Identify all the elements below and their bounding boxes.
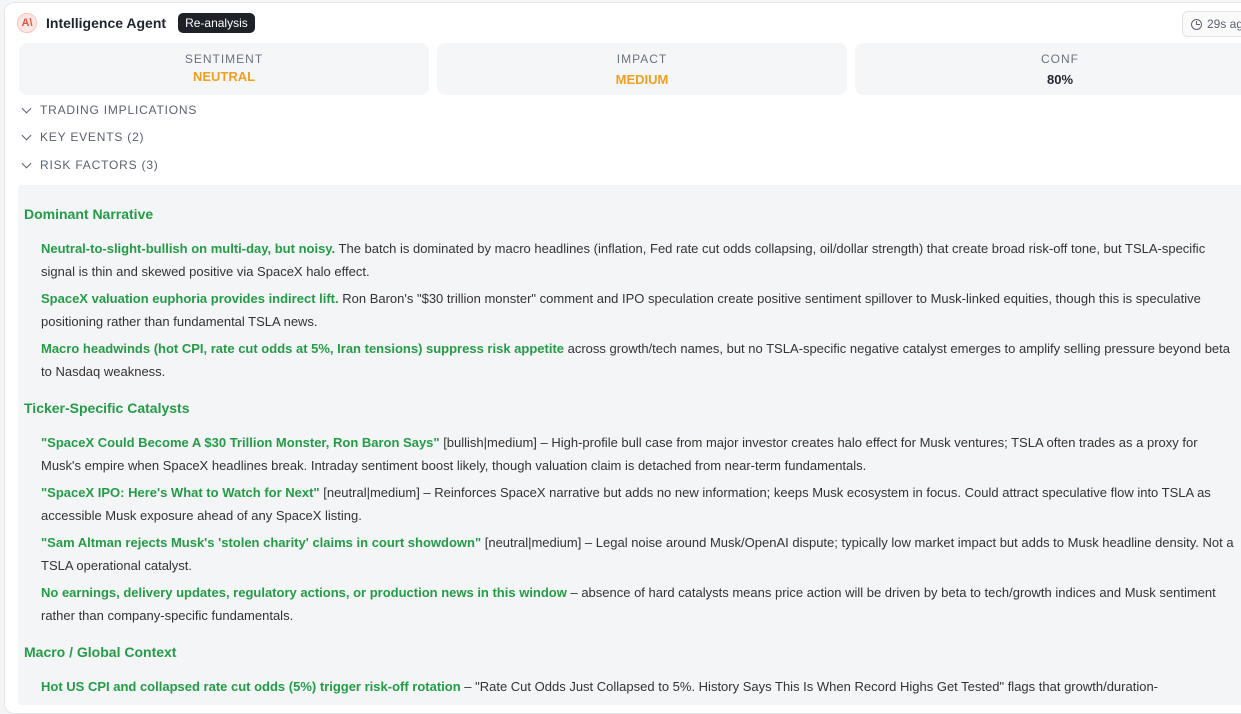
paragraph-lead: "SpaceX IPO: Here's What to Watch for Ne…: [41, 485, 320, 500]
report-paragraph: SpaceX valuation euphoria provides indir…: [41, 288, 1241, 333]
catalysts-heading: Ticker-Specific Catalysts: [24, 400, 190, 416]
panel-header: A\ Intelligence Agent Re-analysis: [17, 11, 255, 35]
report-paragraph: Neutral-to-slight-bullish on multi-day, …: [41, 238, 1241, 283]
sentiment-card: SENTIMENT NEUTRAL: [19, 43, 429, 95]
paragraph-lead: Macro headwinds (hot CPI, rate cut odds …: [41, 341, 565, 356]
macro-heading: Macro / Global Context: [24, 644, 177, 660]
paragraph-lead: Hot US CPI and collapsed rate cut odds (…: [41, 679, 461, 694]
risk-factors-label: RISK FACTORS (3): [40, 158, 159, 172]
key-events-label: KEY EVENTS (2): [40, 130, 145, 144]
panel-title: Intelligence Agent: [46, 15, 167, 31]
intelligence-agent-panel: A\ Intelligence Agent Re-analysis 29s ag…: [4, 2, 1241, 714]
timestamp-chip: 29s ago: [1182, 11, 1241, 37]
reanalysis-badge: Re-analysis: [178, 13, 255, 33]
confidence-card: CONF 80%: [855, 43, 1241, 95]
paragraph-lead: "SpaceX Could Become A $30 Trillion Mons…: [41, 435, 440, 450]
timestamp-text: 29s ago: [1207, 17, 1241, 31]
agent-logo-icon: A\: [17, 13, 37, 33]
chevron-down-icon: [21, 103, 32, 113]
paragraph-lead: "Sam Altman rejects Musk's 'stolen chari…: [41, 535, 482, 550]
paragraph-lead: No earnings, delivery updates, regulator…: [41, 585, 567, 600]
impact-label: IMPACT: [616, 52, 668, 66]
impact-value: MEDIUM: [615, 72, 669, 87]
report-paragraph: "SpaceX Could Become A $30 Trillion Mons…: [41, 432, 1241, 477]
paragraph-text: – "Rate Cut Odds Just Collapsed to 5%. H…: [460, 679, 1159, 694]
clock-icon: [1191, 18, 1202, 30]
risk-factors-toggle[interactable]: RISK FACTORS (3): [21, 156, 159, 174]
impact-card: IMPACT MEDIUM: [437, 43, 847, 95]
dominant-narrative-heading: Dominant Narrative: [24, 206, 154, 222]
confidence-value: 80%: [1046, 72, 1074, 87]
paragraph-lead: Neutral-to-slight-bullish on multi-day, …: [41, 241, 336, 256]
report-paragraph: Hot US CPI and collapsed rate cut odds (…: [41, 676, 1241, 699]
trading-implications-toggle[interactable]: TRADING IMPLICATIONS: [21, 101, 197, 119]
sentiment-label: SENTIMENT: [184, 52, 264, 66]
report-paragraph: Macro headwinds (hot CPI, rate cut odds …: [41, 338, 1241, 383]
sentiment-value: NEUTRAL: [192, 69, 256, 84]
chevron-down-icon: [21, 158, 32, 168]
chevron-down-icon: [21, 130, 32, 140]
report-paragraph: No earnings, delivery updates, regulator…: [41, 582, 1241, 627]
report-paragraph: "SpaceX IPO: Here's What to Watch for Ne…: [41, 482, 1241, 527]
paragraph-lead: SpaceX valuation euphoria provides indir…: [41, 291, 339, 306]
confidence-label: CONF: [1041, 52, 1079, 66]
report-paragraph: "Sam Altman rejects Musk's 'stolen chari…: [41, 532, 1241, 577]
trading-implications-label: TRADING IMPLICATIONS: [40, 103, 198, 117]
analysis-report: Dominant Narrative Neutral-to-slight-bul…: [18, 185, 1241, 705]
key-events-toggle[interactable]: KEY EVENTS (2): [21, 128, 144, 146]
